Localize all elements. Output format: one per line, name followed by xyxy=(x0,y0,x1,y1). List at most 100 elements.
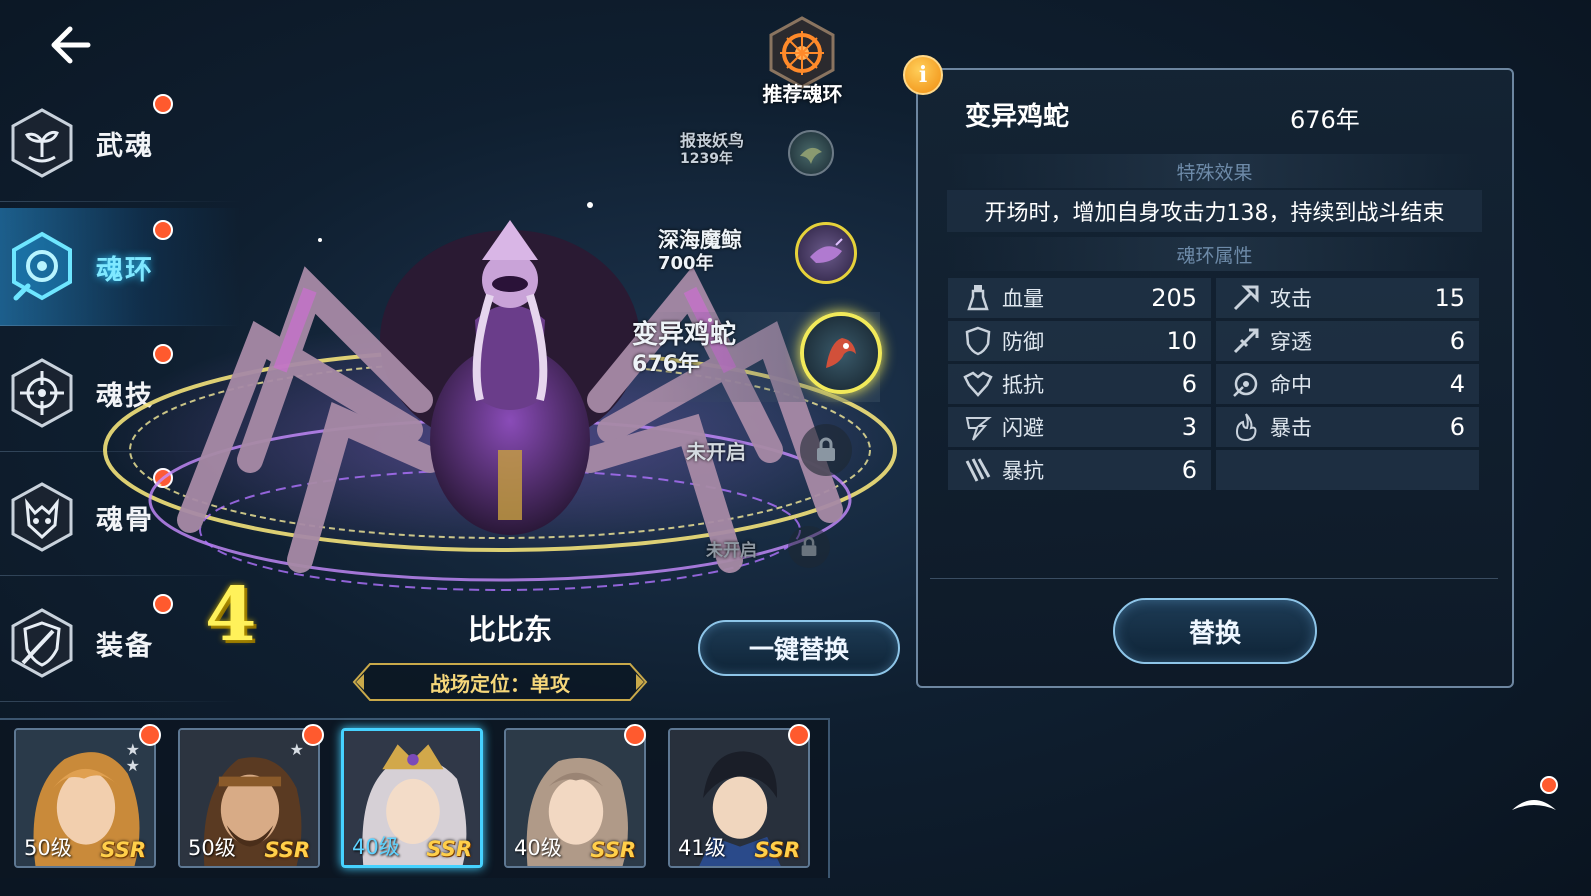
stat-value: 6 xyxy=(1449,327,1465,355)
special-effect-text: 开场时，增加自身攻击力138，持续到战斗结束 xyxy=(947,190,1482,232)
hero-level: 40级 xyxy=(352,835,400,859)
bird-icon xyxy=(800,147,822,164)
hero-rarity: SSR xyxy=(100,838,146,862)
stat-name: 血量 xyxy=(1002,287,1044,311)
stat-name: 暴抗 xyxy=(1002,459,1044,483)
stat-defense: 防御 10 xyxy=(948,321,1211,361)
ring-slot-5-text: 未开启 xyxy=(706,536,786,561)
stat-attack: 攻击 15 xyxy=(1216,278,1479,318)
soul-ring-icon xyxy=(6,231,78,303)
replace-button[interactable]: 替换 xyxy=(1113,598,1317,664)
sidebar-item-label: 装备 xyxy=(96,630,154,662)
stat-value: 6 xyxy=(1181,370,1197,398)
ring-attributes-header: 魂环属性 xyxy=(947,237,1482,271)
notification-dot xyxy=(153,94,173,114)
stat-crit-resist: 暴抗 6 xyxy=(948,450,1211,490)
stat-value: 10 xyxy=(1166,327,1197,355)
stat-name: 暴击 xyxy=(1270,416,1312,440)
ring-slot-1[interactable] xyxy=(788,130,834,176)
hero-rarity: SSR xyxy=(590,838,636,862)
ring-slot-name: 未开启 xyxy=(706,541,757,561)
shield-icon xyxy=(958,321,998,361)
battle-position-label: 战场定位：单攻 xyxy=(430,671,570,696)
notification-dot xyxy=(624,724,646,746)
armor-icon xyxy=(958,364,998,404)
stat-name: 闪避 xyxy=(1002,416,1044,440)
one-click-replace-button[interactable]: 一键替换 xyxy=(698,620,900,676)
sidebar-item-label: 武魂 xyxy=(96,130,154,162)
ring-slot-years: 700年 xyxy=(658,253,714,274)
hero-level: 40级 xyxy=(514,836,562,860)
ring-slot-2[interactable] xyxy=(795,222,857,284)
stat-crit: 暴击 6 xyxy=(1216,407,1479,447)
stat-resistance: 抵抗 6 xyxy=(948,364,1211,404)
ring-slot-4-text: 未开启 xyxy=(686,436,776,465)
back-button[interactable] xyxy=(40,20,100,70)
stat-name: 命中 xyxy=(1270,373,1312,397)
expand-menu-button[interactable] xyxy=(1508,776,1563,820)
stat-hp: 血量 205 xyxy=(948,278,1211,318)
flame-icon xyxy=(1226,407,1266,447)
hero-card[interactable]: ★ 50级 SSR xyxy=(178,728,320,868)
ring-slot-years: 1239年 xyxy=(680,151,733,167)
stat-penetration: 穿透 6 xyxy=(1216,321,1479,361)
claw-icon xyxy=(958,450,998,490)
stat-value: 6 xyxy=(1181,456,1197,484)
lock-icon xyxy=(801,536,817,556)
special-effect-header: 特殊效果 xyxy=(947,154,1482,188)
hero-level: 50级 xyxy=(24,836,72,860)
sprout-icon xyxy=(6,107,78,179)
star-icon: ★ xyxy=(125,756,140,775)
stat-value: 205 xyxy=(1151,284,1197,312)
ring-slot-4-locked[interactable] xyxy=(800,424,852,476)
sidebar-item-wuhun[interactable]: 武魂 xyxy=(0,84,240,202)
ring-slot-3-text: 变异鸡蛇 676年 xyxy=(632,320,792,380)
whale-icon xyxy=(810,238,843,263)
info-icon[interactable]: i xyxy=(903,55,943,95)
potion-icon xyxy=(958,278,998,318)
stat-empty xyxy=(1216,450,1479,490)
pierce-icon xyxy=(1226,321,1266,361)
hero-card[interactable]: 41级 SSR xyxy=(668,728,810,868)
hero-level: 41级 xyxy=(678,836,726,860)
ring-slot-name: 未开启 xyxy=(686,440,746,464)
ring-slot-1-text: 报丧妖鸟 1239年 xyxy=(680,132,790,168)
stat-name: 抵抗 xyxy=(1002,373,1044,397)
hero-rarity: SSR xyxy=(754,838,800,862)
crosshair-icon xyxy=(6,357,78,429)
hero-card[interactable]: ★ ★ 50级 SSR xyxy=(14,728,156,868)
ring-years: 676年 xyxy=(1290,106,1360,134)
stat-hit: 命中 4 xyxy=(1216,364,1479,404)
stat-value: 4 xyxy=(1449,370,1465,398)
ring-slot-3[interactable] xyxy=(800,312,882,394)
notification-dot xyxy=(788,724,810,746)
shield-sword-icon xyxy=(6,607,78,679)
stat-name: 防御 xyxy=(1002,330,1044,354)
ring-slot-name: 深海魔鲸 xyxy=(658,228,742,252)
notification-dot xyxy=(1540,776,1558,794)
stat-dodge: 闪避 3 xyxy=(948,407,1211,447)
target-icon xyxy=(1226,364,1266,404)
arrow-left-icon xyxy=(51,26,91,64)
stat-name: 攻击 xyxy=(1270,287,1312,311)
notification-dot xyxy=(139,724,161,746)
sword-icon xyxy=(1226,278,1266,318)
ring-slot-2-text: 深海魔鲸 700年 xyxy=(658,228,798,276)
hero-card-selected[interactable]: 40级 SSR xyxy=(341,728,483,868)
ring-slot-name: 变异鸡蛇 xyxy=(632,320,737,350)
lock-icon xyxy=(817,437,835,461)
ring-count-number: 4 xyxy=(205,572,257,658)
ring-slot-years: 676年 xyxy=(632,352,700,377)
panel-divider xyxy=(930,578,1498,579)
recommend-ring-label: 推荐魂环 xyxy=(762,82,843,106)
hero-name: 比比东 xyxy=(467,613,552,646)
hero-rarity: SSR xyxy=(426,837,472,861)
stat-name: 穿透 xyxy=(1270,330,1312,354)
battle-position-tag: 战场定位：单攻 xyxy=(350,662,650,702)
cockatrice-icon xyxy=(826,338,856,368)
ring-slot-5-locked[interactable] xyxy=(788,526,830,568)
stat-value: 6 xyxy=(1449,413,1465,441)
ring-name: 变异鸡蛇 xyxy=(965,102,1070,132)
stat-value: 15 xyxy=(1434,284,1465,312)
hero-card[interactable]: 40级 SSR xyxy=(504,728,646,868)
